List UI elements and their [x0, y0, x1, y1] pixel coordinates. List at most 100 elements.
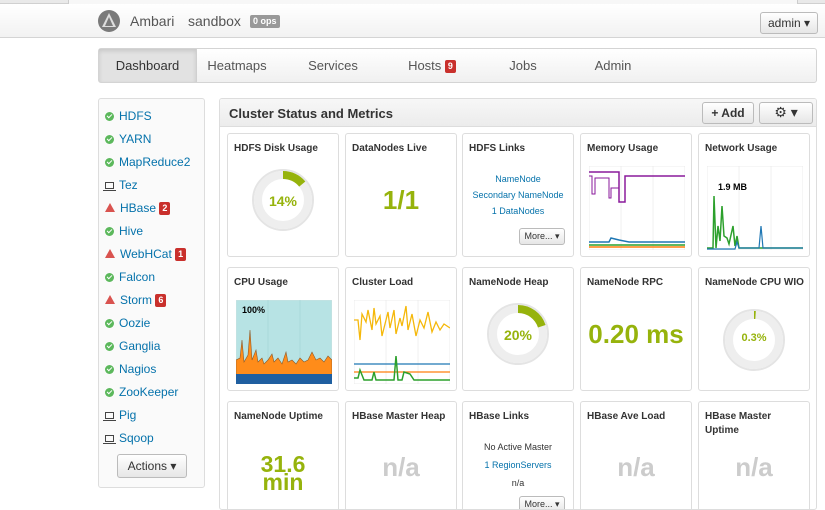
tab-heatmaps[interactable]: Heatmaps	[197, 49, 277, 82]
ok-check-icon	[105, 273, 114, 282]
tab-admin[interactable]: Admin	[567, 49, 659, 82]
widget-title: NameNode RPC	[587, 277, 664, 288]
sidebar-item-yarn[interactable]: YARN	[105, 131, 151, 147]
alert-count-badge: 2	[159, 202, 171, 215]
network-usage-chart	[707, 166, 803, 250]
ok-check-icon	[105, 112, 114, 121]
service-name: Pig	[119, 408, 137, 422]
service-name: Sqoop	[119, 431, 154, 445]
widget-hdfs-disk-usage[interactable]: HDFS Disk Usage 14%	[227, 133, 339, 257]
cluster-status-panel: Cluster Status and Metrics + Add ⚙ ▾ HDF…	[219, 98, 817, 510]
tab-dashboard[interactable]: Dashboard	[99, 49, 197, 82]
sidebar-item-ganglia[interactable]: Ganglia	[105, 338, 160, 354]
widget-title: Memory Usage	[587, 143, 659, 154]
more-button[interactable]: More... ▾	[519, 228, 565, 245]
settings-gear-button[interactable]: ⚙ ▾	[759, 102, 813, 124]
ok-check-icon	[105, 388, 114, 397]
widget-datanodes-live[interactable]: DataNodes Live 1/1	[345, 133, 457, 257]
tab-label: Hosts	[408, 58, 442, 73]
widget-cpu-usage[interactable]: CPU Usage 100%	[227, 267, 339, 391]
cluster-name[interactable]: sandbox	[188, 13, 241, 29]
datanodes-link[interactable]: 1 DataNodes	[463, 206, 573, 216]
ok-check-icon	[105, 365, 114, 374]
service-name: WebHCat	[120, 247, 172, 261]
laptop-icon	[103, 412, 116, 421]
widget-title: HBase Master Heap	[352, 411, 446, 422]
sidebar-item-hbase[interactable]: HBase 2	[105, 200, 171, 216]
hosts-alert-badge: 9	[444, 60, 456, 73]
widget-hbase-master-uptime[interactable]: HBase Master Uptime n/a	[698, 401, 810, 509]
sidebar-item-pig[interactable]: Pig	[103, 407, 137, 423]
admin-menu-button[interactable]: admin ▾	[760, 12, 818, 34]
widget-value: 1/1	[382, 185, 420, 215]
widget-title: NameNode Uptime	[234, 411, 323, 422]
tab-jobs[interactable]: Jobs	[479, 49, 567, 82]
ok-check-icon	[105, 342, 114, 351]
widget-title: HDFS Links	[469, 143, 526, 154]
widget-namenode-heap[interactable]: NameNode Heap 20%	[462, 267, 574, 391]
actions-button[interactable]: Actions ▾	[117, 454, 187, 478]
widget-value: n/a	[382, 452, 420, 482]
sidebar-item-oozie[interactable]: Oozie	[105, 315, 150, 331]
widget-cluster-load[interactable]: Cluster Load	[345, 267, 457, 391]
sidebar-item-falcon[interactable]: Falcon	[105, 269, 155, 285]
no-active-master-text: No Active Master	[483, 442, 553, 452]
widget-hdfs-links[interactable]: HDFS Links NameNode Secondary NameNode 1…	[462, 133, 574, 257]
widget-title: DataNodes Live	[352, 143, 428, 154]
widget-hbase-master-heap[interactable]: HBase Master Heap n/a	[345, 401, 457, 509]
sidebar-item-webhcat[interactable]: WebHCat 1	[105, 246, 187, 262]
regionservers-link[interactable]: 1 RegionServers	[463, 460, 573, 470]
warning-icon	[105, 203, 115, 212]
panel-title: Cluster Status and Metrics	[229, 106, 393, 121]
widget-value: 14%	[268, 193, 298, 209]
more-button[interactable]: More... ▾	[519, 496, 565, 509]
widget-network-usage[interactable]: Network Usage 1.9 MB	[698, 133, 810, 257]
tab-hosts[interactable]: Hosts 9	[387, 49, 477, 82]
tab-services[interactable]: Services	[279, 49, 387, 82]
widget-namenode-cpu-wio[interactable]: NameNode CPU WIO 0.3%	[698, 267, 810, 391]
sidebar-item-hdfs[interactable]: HDFS	[105, 108, 152, 124]
panel-header: Cluster Status and Metrics + Add ⚙ ▾	[220, 99, 816, 127]
tab-label: Heatmaps	[207, 58, 267, 73]
service-name: Falcon	[119, 270, 156, 284]
cluster-load-chart	[354, 300, 450, 384]
widget-namenode-rpc[interactable]: NameNode RPC 0.20 ms	[580, 267, 692, 391]
ops-badge[interactable]: 0 ops	[250, 15, 280, 28]
alert-count-badge: 1	[175, 248, 187, 261]
service-name: Ganglia	[119, 339, 161, 353]
sidebar-item-mapreduce2[interactable]: MapReduce2	[105, 154, 190, 170]
add-widget-button[interactable]: + Add	[702, 102, 754, 124]
tab-label: Jobs	[509, 58, 537, 73]
widget-title: HBase Master Uptime	[705, 411, 772, 436]
cpu-series-blue	[236, 374, 332, 384]
service-name: ZooKeeper	[119, 385, 179, 399]
sidebar-item-sqoop[interactable]: Sqoop	[103, 430, 154, 446]
widget-value: n/a	[735, 452, 773, 482]
widget-namenode-uptime[interactable]: NameNode Uptime 31.6 min	[227, 401, 339, 509]
ok-check-icon	[105, 319, 114, 328]
sidebar-item-tez[interactable]: Tez	[103, 177, 138, 193]
brand-name[interactable]: Ambari	[130, 13, 174, 29]
network-peak-label: 1.9 MB	[718, 182, 748, 192]
secondary-namenode-link[interactable]: Secondary NameNode	[463, 190, 573, 200]
sidebar-item-zookeeper[interactable]: ZooKeeper	[105, 384, 178, 400]
sidebar-item-nagios[interactable]: Nagios	[105, 361, 156, 377]
namenode-link[interactable]: NameNode	[463, 174, 573, 184]
memory-usage-chart	[589, 166, 685, 250]
ok-check-icon	[105, 227, 114, 236]
widget-value: 0.3%	[741, 332, 767, 344]
widget-title: Network Usage	[705, 143, 778, 154]
sidebar-item-hive[interactable]: Hive	[105, 223, 143, 239]
service-name: Hive	[119, 224, 144, 238]
hbase-na-text: n/a	[511, 478, 525, 488]
widget-value: n/a	[617, 452, 655, 482]
widget-memory-usage[interactable]: Memory Usage	[580, 133, 692, 257]
widget-hbase-ave-load[interactable]: HBase Ave Load n/a	[580, 401, 692, 509]
widget-title: NameNode Heap	[469, 277, 549, 288]
ok-check-icon	[105, 158, 114, 167]
ambari-logo-icon[interactable]	[98, 10, 120, 32]
sidebar-item-storm[interactable]: Storm 6	[105, 292, 167, 308]
widget-title: CPU Usage	[234, 277, 288, 288]
service-name: HDFS	[119, 109, 152, 123]
widget-hbase-links[interactable]: HBase Links No Active Master 1 RegionSer…	[462, 401, 574, 509]
